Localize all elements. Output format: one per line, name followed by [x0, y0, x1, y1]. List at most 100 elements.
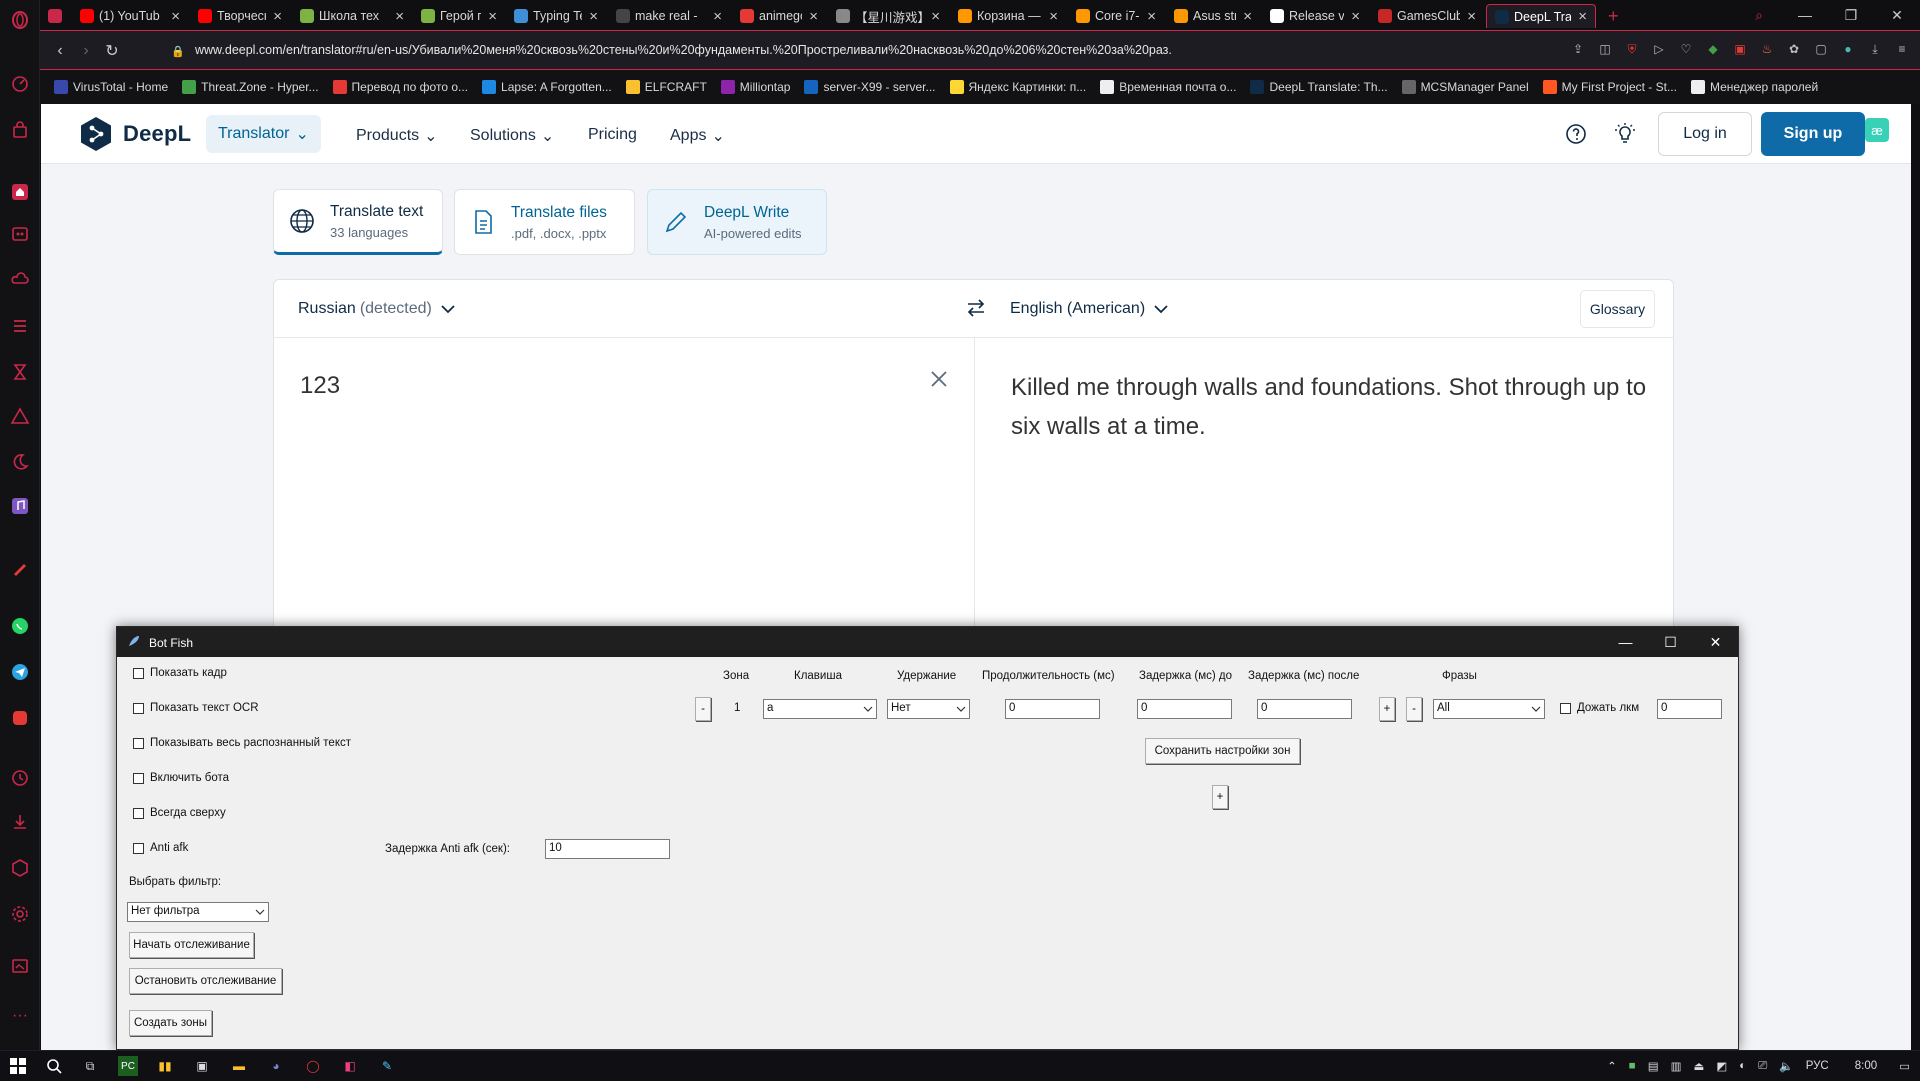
python-app-icon[interactable]: ✎: [377, 1056, 397, 1076]
grammar-extension-icon[interactable]: æ: [1865, 118, 1889, 142]
bookmark-item[interactable]: Менеджер паролей: [1690, 80, 1818, 94]
volume-icon[interactable]: 🔈: [1779, 1059, 1793, 1073]
nav-apps[interactable]: Apps ⌄: [670, 126, 725, 146]
anti-afk-delay-input[interactable]: 10: [545, 839, 670, 859]
browser-tab[interactable]: Герой при ×: [413, 4, 505, 28]
close-tab-icon[interactable]: ×: [1467, 8, 1476, 25]
tray-app-icon[interactable]: ▤: [1648, 1059, 1659, 1073]
delay-before-input[interactable]: 0: [1137, 699, 1232, 719]
more-icon[interactable]: ···: [8, 1004, 32, 1028]
opera-menu-icon[interactable]: [8, 8, 32, 32]
checkbox-box[interactable]: [133, 702, 144, 714]
tray-expand-icon[interactable]: ⌃: [1607, 1059, 1617, 1073]
browser-tab[interactable]: [40, 4, 70, 28]
close-tab-icon[interactable]: ×: [171, 8, 180, 25]
forward-icon[interactable]: ›: [76, 41, 96, 61]
sidebar-setup-icon[interactable]: [8, 954, 32, 978]
list-icon[interactable]: [8, 314, 32, 338]
close-tab-icon[interactable]: ×: [1049, 8, 1058, 25]
maximize-icon[interactable]: ☐: [1648, 627, 1693, 657]
bookmark-item[interactable]: Threat.Zone - Hyper...: [182, 80, 319, 94]
target-language-select[interactable]: English (American): [1010, 300, 1169, 318]
browser-tab[interactable]: Asus strix z ×: [1166, 4, 1260, 28]
close-window-icon[interactable]: ✕: [1874, 0, 1920, 30]
filter-select[interactable]: Нет фильтра: [127, 902, 269, 922]
browser-tab[interactable]: (1) YouTub ×: [72, 4, 188, 28]
bookmark-item[interactable]: ELFCRAFT: [625, 80, 707, 94]
input-language[interactable]: РУС: [1806, 1060, 1829, 1072]
checkbox-anti-afk[interactable]: Anti afk: [133, 842, 188, 854]
profile-avatar[interactable]: ●: [1840, 41, 1856, 57]
tab-translate-text[interactable]: Translate text 33 languages: [273, 189, 443, 255]
easy-setup-icon[interactable]: ≡: [1894, 41, 1910, 57]
url-text[interactable]: www.deepl.com/en/translator#ru/en-us/Уби…: [195, 43, 1172, 57]
twitch-icon[interactable]: [8, 222, 32, 246]
minimize-icon[interactable]: —: [1603, 627, 1648, 657]
key-select[interactable]: a: [763, 699, 877, 719]
pen-icon[interactable]: [8, 556, 32, 580]
close-tab-icon[interactable]: ×: [1147, 8, 1156, 25]
app-bars-icon[interactable]: ▮▮: [155, 1056, 175, 1076]
save-zone-settings-button[interactable]: Сохранить настройки зон: [1145, 738, 1300, 764]
search-icon[interactable]: [44, 1056, 64, 1076]
bag-icon[interactable]: [8, 118, 32, 142]
browser-tab[interactable]: animego.vi ×: [732, 4, 826, 28]
botfish-titlebar[interactable]: Bot Fish — ☐ ✕: [117, 627, 1738, 657]
close-tab-icon[interactable]: ×: [273, 8, 282, 25]
task-view-icon[interactable]: ⧉: [80, 1056, 100, 1076]
bookmark-item[interactable]: Lapse: A Forgotten...: [482, 80, 612, 94]
browser-tab[interactable]: make real - ×: [608, 4, 730, 28]
bookmark-item[interactable]: Milliontap: [720, 80, 790, 94]
duration-input[interactable]: 0: [1005, 699, 1100, 719]
checkbox-show-frame[interactable]: Показать кадр: [133, 667, 227, 679]
box-icon[interactable]: ▢: [1813, 41, 1829, 57]
checkbox-box[interactable]: [133, 842, 144, 854]
send-icon[interactable]: ▷: [1651, 41, 1667, 57]
cloud-icon[interactable]: [8, 268, 32, 292]
bookmark-item[interactable]: DeepL Translate: Th...: [1250, 80, 1388, 94]
close-tab-icon[interactable]: ×: [589, 8, 598, 25]
help-icon[interactable]: [1564, 122, 1588, 146]
cpu-app-icon[interactable]: ▣: [192, 1056, 212, 1076]
bookmark-item[interactable]: Яндекс Картинки: п...: [949, 80, 1086, 94]
hourglass-icon[interactable]: [8, 360, 32, 384]
nav-products[interactable]: Products ⌄: [356, 126, 438, 146]
nav-translator[interactable]: Translator ⌄: [206, 115, 321, 153]
checkbox-box[interactable]: [133, 737, 144, 749]
bookmark-item[interactable]: My First Project - St...: [1542, 80, 1677, 94]
reload-icon[interactable]: ↻: [102, 41, 122, 61]
tab-deepl-write[interactable]: DeepL Write AI-powered edits: [647, 189, 827, 255]
clear-text-icon[interactable]: [928, 368, 950, 390]
stop-tracking-button[interactable]: Остановить отслеживание: [129, 968, 282, 994]
checkbox-show-all-text[interactable]: Показывать весь распознанный текст: [133, 737, 351, 749]
close-icon[interactable]: ✕: [1693, 627, 1738, 657]
discord-icon[interactable]: ◕: [266, 1056, 286, 1076]
share-icon[interactable]: ⇪: [1570, 41, 1586, 57]
close-tab-icon[interactable]: ×: [713, 8, 722, 25]
tab-translate-files[interactable]: Translate files .pdf, .docx, .pptx: [454, 189, 635, 255]
translated-text-output[interactable]: Killed me through walls and foundations.…: [1011, 368, 1651, 446]
notifications-icon[interactable]: ▭: [1899, 1059, 1910, 1073]
close-tab-icon[interactable]: ×: [1578, 8, 1587, 25]
checkbox-lmb-press[interactable]: Дожать лкм: [1560, 702, 1639, 714]
add-zone-button[interactable]: +: [1212, 785, 1228, 809]
checkbox-box[interactable]: [133, 667, 144, 679]
browser-tab[interactable]: Творческа ×: [190, 4, 290, 28]
close-tab-icon[interactable]: ×: [1351, 8, 1360, 25]
add-phrase-button[interactable]: +: [1379, 697, 1395, 721]
browser-tab[interactable]: 【星川游戏】 ×: [828, 4, 948, 28]
checkbox-box[interactable]: [1560, 702, 1571, 714]
remove-phrase-button[interactable]: -: [1406, 697, 1422, 721]
remove-zone-button[interactable]: -: [695, 697, 711, 721]
settings-icon[interactable]: [8, 902, 32, 926]
extension-badge-icon[interactable]: ▣: [1732, 41, 1748, 57]
restore-icon[interactable]: ❐: [1828, 0, 1874, 30]
whatsapp-icon[interactable]: [8, 614, 32, 638]
bookmark-item[interactable]: VirusTotal - Home: [54, 80, 168, 94]
telegram-icon[interactable]: [8, 660, 32, 684]
lmb-value-input[interactable]: 0: [1657, 699, 1722, 719]
browser-tab[interactable]: Core i7-127 ×: [1068, 4, 1164, 28]
close-tab-icon[interactable]: ×: [931, 8, 940, 25]
red-app-icon[interactable]: [8, 706, 32, 730]
delay-after-input[interactable]: 0: [1257, 699, 1352, 719]
